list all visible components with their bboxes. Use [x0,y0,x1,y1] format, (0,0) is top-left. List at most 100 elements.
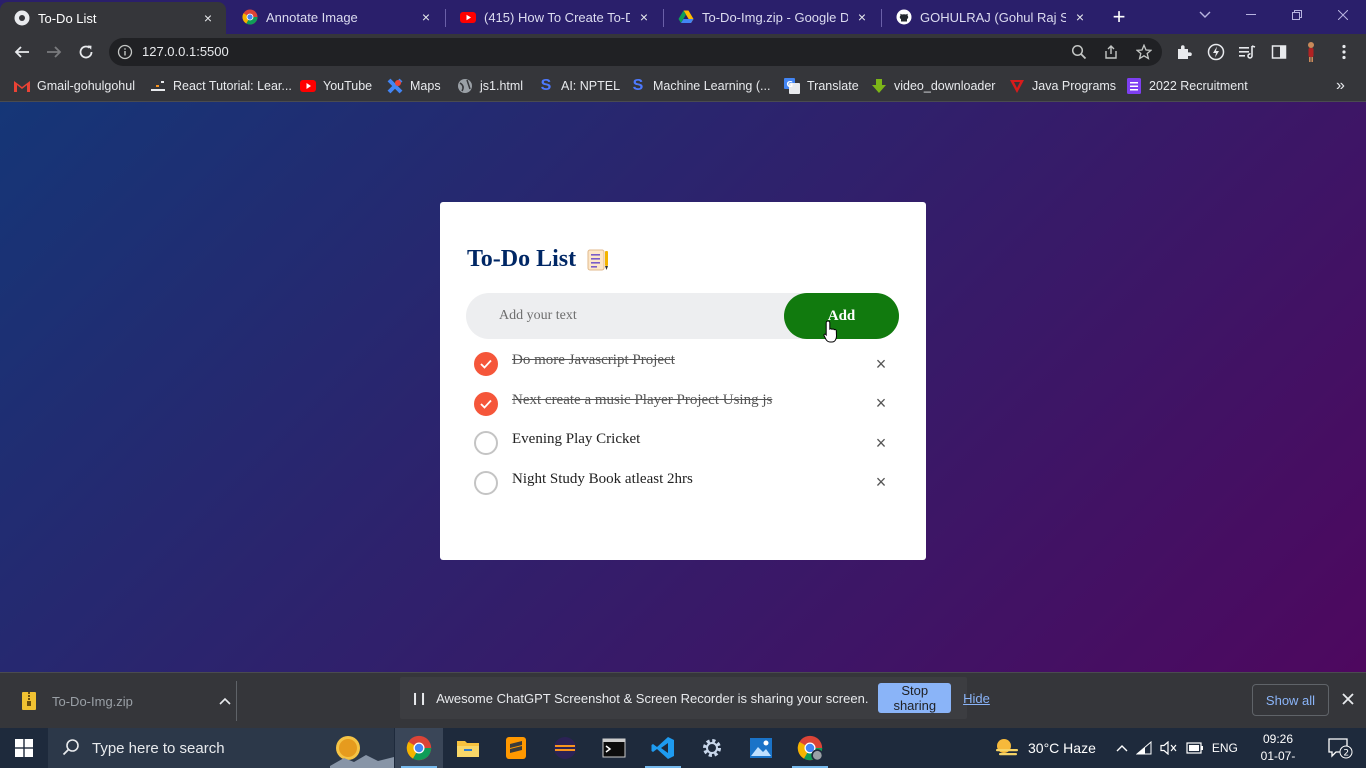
bookmark-react-tutorial[interactable]: React Tutorial: Lear... [150,76,292,96]
bookmark-label: js1.html [480,79,524,93]
chevron-up-icon[interactable] [216,692,234,710]
zip-file-icon [22,692,40,710]
maps-icon [387,78,403,94]
youtube-icon [300,78,316,94]
vscode-icon[interactable] [639,728,687,768]
bookmark-video-downloader[interactable]: video_downloader [871,76,995,96]
chrome-icon [242,9,258,25]
back-icon[interactable] [8,38,36,66]
bookmark-label: Java Programs [1032,79,1117,93]
bookmark-translate[interactable]: G Translate [784,76,859,96]
unchecked-circle-icon[interactable] [474,470,498,495]
delete-todo-icon[interactable]: × [870,472,892,494]
stop-sharing-button[interactable]: Stop sharing [878,683,952,713]
weather-icon[interactable] [990,728,1024,768]
tab-annotate-image[interactable]: Annotate Image × [228,2,444,32]
bookmark-star-icon[interactable] [1134,42,1154,62]
tab-todo-list[interactable]: To-Do List × [0,2,226,34]
taskbar-chrome-icon[interactable] [395,728,443,768]
restore-icon[interactable] [1274,0,1320,30]
youtube-icon [460,9,476,25]
todo-text: Next create a music Player Project Using… [512,391,773,408]
tab-strip: To-Do List × Annotate Image × (415) How … [0,0,1366,34]
profile-avatar[interactable] [1297,38,1325,66]
media-controls-icon[interactable] [1233,38,1261,66]
photos-icon[interactable] [737,728,785,768]
show-all-button[interactable]: Show all [1252,684,1329,716]
java-icon [1009,78,1025,94]
info-icon[interactable] [117,44,133,60]
download-bar: To-Do-Img.zip ❙❙ Awesome ChatGPT Screens… [0,672,1366,728]
battery-icon[interactable] [1182,728,1208,768]
unchecked-circle-icon[interactable] [474,431,498,455]
taskbar-search-box[interactable]: Type here to search [48,728,394,768]
todo-text-input[interactable] [499,305,759,327]
performance-icon[interactable] [1202,38,1230,66]
tab-github[interactable]: GOHULRAJ (Gohul Raj S) · Gi × [882,2,1098,32]
language-indicator[interactable]: ENG [1208,728,1242,768]
wifi-icon[interactable] [1132,728,1156,768]
share-message: Awesome ChatGPT Screenshot & Screen Reco… [436,690,869,706]
bookmark-label: React Tutorial: Lear... [173,79,292,93]
tab-youtube-video[interactable]: (415) How To Create To-Do L × [446,2,662,32]
delete-todo-icon[interactable]: × [870,393,892,415]
sublime-text-icon[interactable] [492,728,540,768]
browser-toolbar: 127.0.0.1:5500 [0,34,1366,70]
bookmark-maps[interactable]: Maps [387,76,441,96]
terminal-icon[interactable] [590,728,638,768]
forward-icon[interactable] [40,38,68,66]
new-tab-button[interactable]: + [1106,4,1132,30]
tab-google-drive[interactable]: To-Do-Img.zip - Google Driv × [664,2,880,32]
chrome-profile-icon[interactable] [786,728,834,768]
extensions-icon[interactable] [1170,38,1198,66]
bookmark-label: video_downloader [894,79,996,93]
bookmarks-overflow-icon[interactable]: » [1336,76,1345,96]
checked-circle-icon[interactable] [474,352,498,376]
eclipse-icon[interactable] [541,728,589,768]
close-tab-icon[interactable]: × [418,9,434,25]
file-explorer-icon[interactable] [444,728,492,768]
close-tab-icon[interactable]: × [200,10,216,26]
bookmark-java-programs[interactable]: Java Programs [1009,76,1116,96]
divider [236,681,237,721]
todo-item[interactable]: Evening Play Cricket × [468,426,898,466]
notifications-icon[interactable]: 2 [1320,728,1360,768]
reload-icon[interactable] [72,38,100,66]
close-tab-icon[interactable]: × [636,9,652,25]
menu-icon[interactable] [1330,38,1358,66]
clock[interactable]: 09:26 01-07-2023 [1248,731,1308,768]
close-tab-icon[interactable]: × [1072,9,1088,25]
bookmark-youtube[interactable]: YouTube [300,76,372,96]
window-close-icon[interactable] [1320,0,1366,30]
bookmark-gmail[interactable]: Gmail-gohulgohul [14,76,135,96]
weather-text[interactable]: 30°C Haze [1024,728,1100,768]
todo-item[interactable]: Next create a music Player Project Using… [468,387,898,427]
bookmark-js1[interactable]: js1.html [457,76,523,96]
side-panel-icon[interactable] [1265,38,1293,66]
delete-todo-icon[interactable]: × [870,432,892,454]
bookmark-2022-recruitment[interactable]: 2022 Recruitment [1126,76,1248,96]
close-icon[interactable] [1338,689,1358,709]
minimize-icon[interactable] [1228,0,1274,30]
volume-muted-icon[interactable] [1156,728,1182,768]
todo-item[interactable]: Night Study Book atleast 2hrs × [468,466,898,506]
bookmark-ai-nptel[interactable]: S AI: NPTEL [538,76,620,96]
tab-title: GOHULRAJ (Gohul Raj S) · Gi [920,9,1066,25]
tab-search-icon[interactable] [1182,0,1228,30]
close-tab-icon[interactable]: × [854,9,870,25]
settings-icon[interactable] [688,728,736,768]
download-item[interactable]: To-Do-Img.zip [12,683,234,719]
hide-link[interactable]: Hide [963,691,990,706]
windows-start-icon[interactable] [0,728,48,768]
bookmark-machine-learning[interactable]: S Machine Learning (... [630,76,771,96]
delete-todo-icon[interactable]: × [870,353,892,375]
add-button[interactable]: Add [784,293,899,339]
address-bar[interactable]: 127.0.0.1:5500 [109,38,1162,66]
swayam-icon: S [632,77,644,94]
zoom-icon[interactable] [1069,42,1089,62]
todo-item[interactable]: Do more Javascript Project × [468,347,898,387]
checked-circle-icon[interactable] [474,391,498,416]
todo-app-card: To-Do List Add Do more Javascript Projec… [440,202,926,560]
share-icon[interactable] [1101,42,1121,62]
chevron-up-icon[interactable] [1112,728,1132,768]
